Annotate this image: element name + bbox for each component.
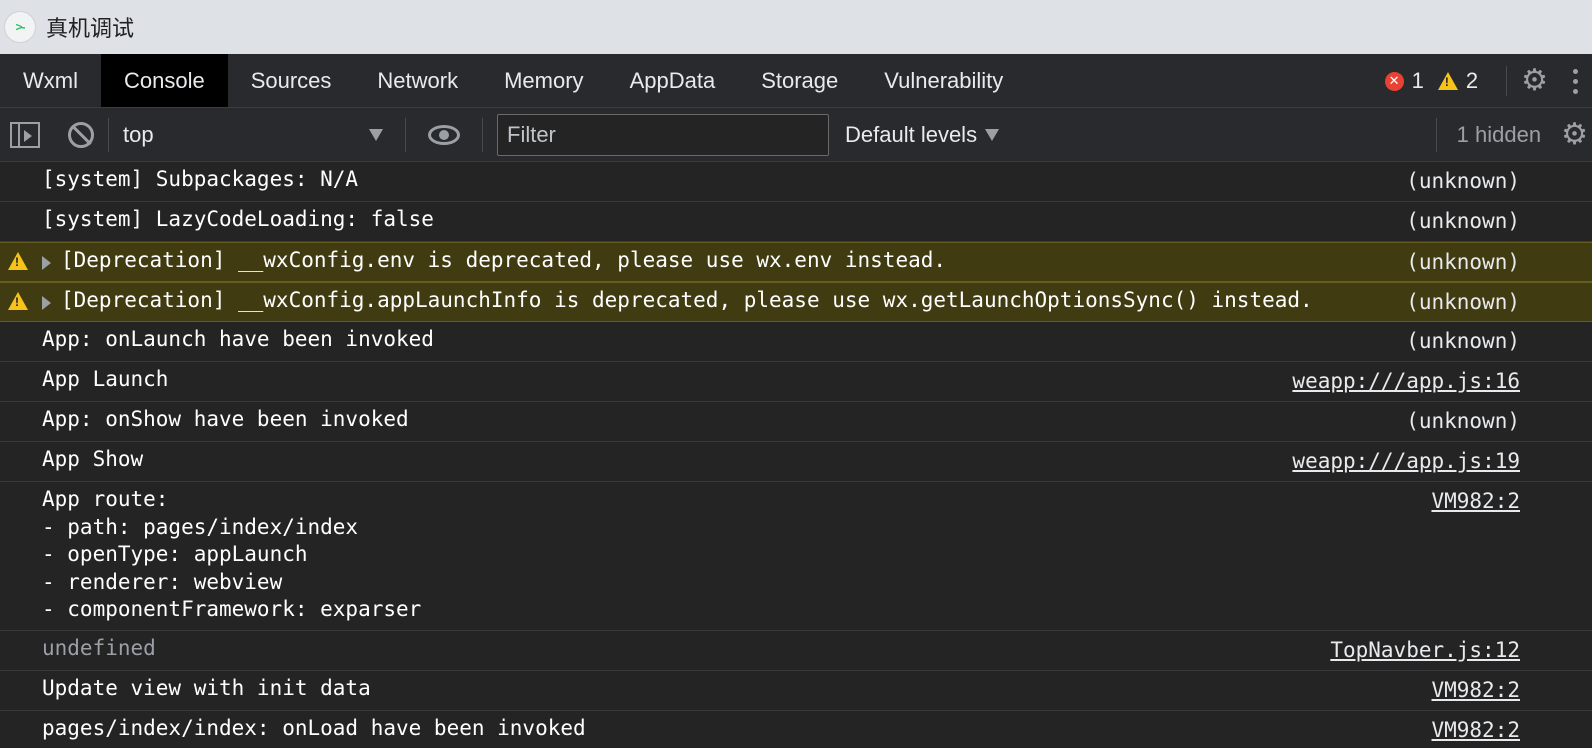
message-source: (unknown): [1406, 250, 1520, 274]
chevron-down-icon: [369, 128, 383, 141]
message-source: (unknown): [1406, 329, 1520, 353]
message-text: App: onLaunch have been invoked: [42, 327, 434, 351]
show-sidebar-icon[interactable]: [10, 121, 40, 148]
message-source-link[interactable]: VM982:2: [1431, 489, 1520, 513]
tab-wxml[interactable]: Wxml: [0, 54, 101, 107]
message-text: pages/index/index: onLoad have been invo…: [42, 715, 586, 740]
more-options-icon[interactable]: [1560, 68, 1590, 94]
tab-network[interactable]: Network: [354, 54, 481, 107]
console-message[interactable]: undefined TopNavber.js:12: [0, 631, 1592, 671]
tab-vulnerability[interactable]: Vulnerability: [861, 54, 1026, 107]
tab-console[interactable]: Console: [100, 54, 228, 107]
tab-sources[interactable]: Sources: [228, 54, 355, 107]
message-text: [Deprecation] __wxConfig.env is deprecat…: [61, 248, 947, 272]
message-source: (unknown): [1406, 290, 1520, 314]
chevron-down-icon: [985, 128, 1000, 141]
message-source-link[interactable]: VM982:2: [1431, 678, 1520, 702]
console-warning-message[interactable]: [Deprecation] __wxConfig.env is deprecat…: [0, 242, 1592, 282]
hidden-messages-count: 1 hidden: [1456, 122, 1542, 147]
message-source-link[interactable]: TopNavber.js:12: [1330, 638, 1520, 662]
warning-counter[interactable]: 2: [1437, 68, 1479, 94]
message-text: [Deprecation] __wxConfig.appLaunchInfo i…: [61, 288, 1313, 312]
message-source-link[interactable]: VM982:2: [1431, 718, 1520, 742]
message-text: [system] Subpackages: N/A: [42, 167, 359, 191]
error-counter[interactable]: ✕ 1: [1384, 68, 1424, 94]
warning-icon: [8, 292, 28, 310]
console-warning-message[interactable]: [Deprecation] __wxConfig.appLaunchInfo i…: [0, 282, 1592, 322]
divider: [1506, 66, 1508, 96]
message-text: Update view with init data: [42, 675, 371, 700]
tab-memory[interactable]: Memory: [481, 54, 606, 107]
message-text: [system] LazyCodeLoading: false: [42, 207, 434, 231]
divider: [108, 117, 109, 152]
warning-icon: [1437, 72, 1458, 90]
warning-icon: [8, 252, 28, 270]
expand-arrow-icon[interactable]: [42, 296, 51, 310]
console-message[interactable]: App Launch weapp:///app.js:16: [0, 362, 1592, 402]
expand-arrow-icon[interactable]: [42, 256, 51, 270]
console-message[interactable]: [system] Subpackages: N/A (unknown): [0, 162, 1592, 202]
console-message[interactable]: App: onShow have been invoked (unknown): [0, 402, 1592, 442]
log-levels-dropdown[interactable]: Default levels: [845, 121, 1000, 148]
tabbar-right-controls: ✕ 1 2 ⚙: [1384, 54, 1592, 108]
settings-gear-icon[interactable]: ⚙: [1521, 66, 1548, 96]
console-message[interactable]: Update view with init data VM982:2: [0, 671, 1592, 711]
tab-appdata[interactable]: AppData: [607, 54, 739, 107]
console-settings-gear-icon[interactable]: ⚙: [1561, 120, 1588, 150]
message-source: (unknown): [1406, 409, 1520, 433]
app-logo-icon: >-: [4, 11, 36, 43]
message-source-link[interactable]: weapp:///app.js:16: [1292, 369, 1520, 393]
filter-input[interactable]: [497, 113, 829, 156]
message-source-link[interactable]: weapp:///app.js:19: [1292, 449, 1520, 473]
window-titlebar: >- 真机调试: [0, 0, 1592, 54]
console-message[interactable]: pages/index/index: onLoad have been invo…: [0, 711, 1592, 748]
window-title: 真机调试: [46, 16, 135, 41]
message-text: App route: - path: pages/index/index - o…: [42, 487, 422, 621]
console-messages: [system] Subpackages: N/A (unknown) [sys…: [0, 162, 1592, 748]
divider: [482, 117, 483, 152]
divider: [405, 117, 406, 152]
message-text: App: onShow have been invoked: [42, 407, 409, 431]
message-text: undefined: [42, 635, 156, 660]
console-toolbar: top Default levels 1 hidden ⚙: [0, 108, 1592, 162]
context-value: top: [123, 121, 154, 147]
warning-count: 2: [1465, 68, 1479, 93]
toolbar-right-controls: 1 hidden ⚙: [1435, 108, 1592, 162]
error-count: 1: [1411, 68, 1424, 93]
live-expression-eye-icon[interactable]: [428, 124, 460, 145]
console-message[interactable]: App Show weapp:///app.js:19: [0, 442, 1592, 482]
console-message[interactable]: [system] LazyCodeLoading: false (unknown…: [0, 202, 1592, 242]
devtools-tabbar: Wxml Console Sources Network Memory AppD…: [0, 54, 1592, 108]
error-icon: ✕: [1384, 71, 1404, 91]
divider: [1435, 118, 1437, 152]
tab-storage[interactable]: Storage: [738, 54, 861, 107]
context-selector[interactable]: top: [123, 122, 391, 148]
clear-console-icon[interactable]: [68, 121, 94, 148]
app-logo-glyph: >-: [15, 20, 25, 34]
log-levels-label: Default levels: [845, 121, 978, 147]
message-source: (unknown): [1406, 209, 1520, 233]
console-message[interactable]: App: onLaunch have been invoked (unknown…: [0, 322, 1592, 362]
message-source: (unknown): [1406, 169, 1520, 193]
console-message[interactable]: App route: - path: pages/index/index - o…: [0, 482, 1592, 631]
